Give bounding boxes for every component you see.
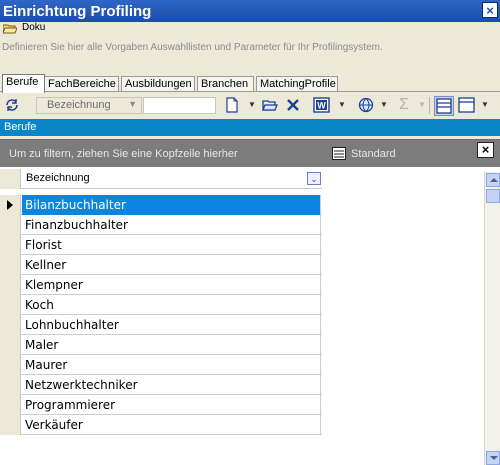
table-row[interactable]: Klempner [0,275,322,295]
group-by-panel[interactable]: Um zu filtern, ziehen Sie eine Kopfzeile… [0,140,500,167]
tab-divider [0,91,500,92]
table-cell-bezeichnung[interactable]: Koch [22,295,321,315]
window-titlebar: Einrichtung Profiling × [0,0,500,22]
globe-dropdown-arrow[interactable]: ▼ [380,100,388,109]
panel-title: Berufe [0,119,500,136]
new-dropdown-arrow[interactable]: ▼ [248,100,256,109]
row-indicator[interactable] [0,235,21,255]
word-dropdown-arrow[interactable]: ▼ [338,100,346,109]
table-cell-bezeichnung[interactable]: Maler [22,335,321,355]
row-indicator[interactable] [0,215,21,235]
toolbar: Bezeichnung ▼ ▼ W ▼ ▼ Σ ▼ ▼ [0,93,500,118]
table-row[interactable]: Maurer [0,355,322,375]
table-row[interactable]: Netzwerktechniker [0,375,322,395]
standard-layout-label[interactable]: Standard [351,148,396,160]
table-cell-bezeichnung[interactable]: Netzwerktechniker [22,375,321,395]
column-header: Bezeichnung ⌄ [0,169,322,189]
grid-rows: Bilanzbuchhalter Finanzbuchhalter Florist K… [0,195,322,435]
table-row[interactable]: Bilanzbuchhalter [0,195,322,215]
svg-text:W: W [317,101,326,111]
window-close-button[interactable]: × [482,2,498,18]
open-folder-icon[interactable] [262,97,278,113]
table-cell-bezeichnung[interactable]: Finanzbuchhalter [22,215,321,235]
search-input[interactable] [143,97,216,114]
table-row[interactable]: Lohnbuchhalter [0,315,322,335]
table-row[interactable]: Kellner [0,255,322,275]
scroll-thumb[interactable] [486,189,500,203]
folder-open-icon [3,24,17,34]
layout-grid-glyph [436,98,452,114]
row-indicator[interactable] [0,395,21,415]
doc-bar: Doku [0,22,500,35]
row-indicator[interactable] [0,355,21,375]
table-cell-bezeichnung[interactable]: Programmierer [22,395,321,415]
scroll-up-button[interactable] [486,173,500,187]
layout-icon[interactable] [434,96,454,116]
layout-dropdown-arrow[interactable]: ▼ [481,100,489,109]
table-cell-bezeichnung[interactable]: Kellner [22,255,321,275]
table-cell-bezeichnung[interactable]: Klempner [22,275,321,295]
row-indicator-header [0,169,21,189]
chevron-down-icon: ▼ [128,99,137,109]
current-row-pointer-icon [7,200,13,210]
row-indicator[interactable] [0,335,21,355]
tab-branchen[interactable]: Branchen [197,76,254,92]
table-row[interactable]: Finanzbuchhalter [0,215,322,235]
table-row[interactable]: Verkäufer [0,415,322,435]
layout-alt-icon[interactable] [458,97,476,113]
table-row[interactable]: Koch [0,295,322,315]
row-indicator[interactable] [0,255,21,275]
column-header-bezeichnung[interactable]: Bezeichnung [26,172,90,184]
tab-berufe[interactable]: Berufe [2,74,45,93]
delete-icon[interactable] [286,97,300,113]
row-indicator[interactable] [0,195,21,215]
table-row[interactable]: Florist [0,235,322,255]
globe-icon[interactable] [357,97,375,113]
table-cell-bezeichnung[interactable]: Maurer [22,355,321,375]
tab-ausbildungen[interactable]: Ausbildungen [121,76,195,92]
table-row[interactable]: Programmierer [0,395,322,415]
field-select[interactable]: Bezeichnung ▼ [36,97,142,114]
standard-layout-icon[interactable] [332,147,346,160]
doc-link[interactable]: Doku [22,22,45,33]
data-grid: Um zu filtern, ziehen Sie eine Kopfzeile… [0,139,500,465]
row-indicator[interactable] [0,295,21,315]
row-indicator[interactable] [0,375,21,395]
table-cell-bezeichnung[interactable]: Lohnbuchhalter [22,315,321,335]
group-by-hint: Um zu filtern, ziehen Sie eine Kopfzeile… [9,148,238,160]
sum-icon[interactable]: Σ [397,97,411,113]
table-cell-bezeichnung[interactable]: Bilanzbuchhalter [22,195,321,215]
toolbar-separator [429,97,430,114]
filter-dropdown-icon[interactable]: ⌄ [307,172,321,185]
row-indicator[interactable] [0,415,21,435]
window-title: Einrichtung Profiling [3,3,152,20]
vertical-scrollbar[interactable] [484,172,500,465]
table-cell-bezeichnung[interactable]: Verkäufer [22,415,321,435]
scroll-down-button[interactable] [486,451,500,465]
row-indicator[interactable] [0,275,21,295]
refresh-icon[interactable] [4,97,20,113]
new-document-icon[interactable] [225,97,239,113]
close-icon[interactable]: × [477,142,494,158]
tab-matchingprofile[interactable]: MatchingProfile [256,76,338,92]
page-description: Definieren Sie hier alle Vorgaben Auswah… [2,42,383,53]
word-export-icon[interactable]: W [313,97,331,113]
field-select-value: Bezeichnung [47,99,111,111]
tab-fachbereiche[interactable]: FachBereiche [44,76,119,92]
sum-dropdown-arrow[interactable]: ▼ [418,100,426,109]
row-indicator[interactable] [0,315,21,335]
tab-bar: Berufe FachBereiche Ausbildungen Branche… [0,74,500,93]
table-cell-bezeichnung[interactable]: Florist [22,235,321,255]
table-row[interactable]: Maler [0,335,322,355]
